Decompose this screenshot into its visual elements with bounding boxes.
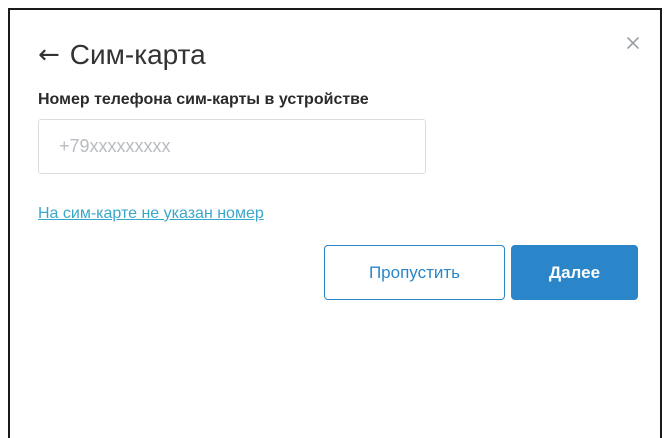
next-button[interactable]: Далее	[511, 245, 638, 300]
dialog-title: Сим-карта	[69, 39, 206, 70]
close-button[interactable]	[622, 32, 644, 54]
dialog-header: ← Сим-карта	[38, 38, 206, 72]
close-icon	[627, 37, 639, 49]
back-arrow-icon[interactable]: ←	[38, 38, 60, 72]
phone-field-label: Номер телефона сим-карты в устройстве	[38, 91, 369, 108]
skip-button[interactable]: Пропустить	[324, 245, 505, 300]
phone-number-input[interactable]	[38, 119, 426, 174]
no-number-link[interactable]: На сим-карте не указан номер	[38, 205, 264, 223]
sim-card-dialog: ← Сим-карта Номер телефона сим-карты в у…	[8, 8, 662, 438]
